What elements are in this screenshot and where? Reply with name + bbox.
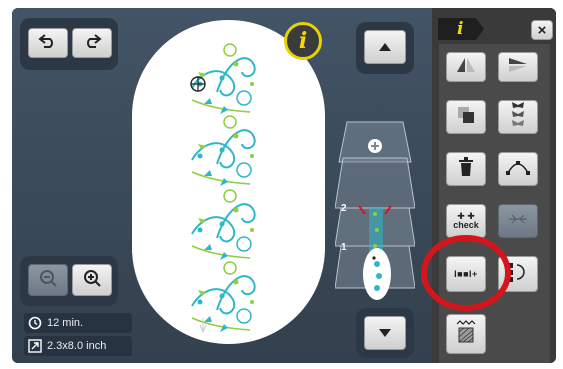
embroidery-screen: 12 min. 2.3x8.0 inch i 2 1 i × ✚ ✚ check… (12, 8, 556, 363)
close-button[interactable]: × (531, 20, 553, 40)
mirror-horizontal-button[interactable] (446, 52, 486, 82)
embroidery-design (190, 43, 256, 334)
undo-button[interactable] (28, 28, 68, 58)
faded-design-icon (508, 212, 528, 230)
close-icon: × (537, 21, 547, 39)
triangle-down-icon (379, 324, 391, 342)
check-arrows-icon: ✚ ✚ (457, 211, 475, 221)
duplicate-button[interactable] (498, 100, 538, 134)
zoom-out-button[interactable] (28, 264, 68, 296)
panel-info-tab[interactable]: i (438, 18, 484, 40)
zoom-out-icon (38, 268, 58, 293)
plus-circle-icon (368, 139, 382, 153)
design-size-label: 2.3x8.0 inch (47, 340, 107, 352)
layer-stack[interactable] (335, 118, 415, 308)
mirror-vertical-button[interactable] (498, 52, 538, 82)
stitch-time-label: 12 min. (47, 317, 84, 329)
redo-button[interactable] (72, 28, 112, 58)
layer-card-2 (335, 157, 415, 209)
delete-button[interactable] (446, 152, 486, 186)
zoom-in-icon (82, 268, 102, 293)
mirror-horizontal-icon (455, 56, 477, 79)
zoom-in-button[interactable] (72, 264, 112, 296)
check-label: check (453, 220, 479, 230)
layer-order-icon (457, 106, 475, 129)
stitch-time-status: 12 min. (24, 313, 132, 333)
embroidery-hoop[interactable] (132, 20, 325, 344)
redo-icon (82, 33, 102, 54)
layer-order-button[interactable] (446, 100, 486, 134)
info-button[interactable]: i (284, 22, 322, 60)
stitch-density-button[interactable] (446, 314, 486, 354)
butterfly-stack-icon (509, 101, 527, 133)
clock-icon (28, 316, 42, 330)
layer-2-label: 2 (341, 203, 347, 214)
scroll-up-button[interactable] (364, 30, 406, 64)
trash-icon (458, 156, 474, 182)
needle-position-marker (190, 76, 206, 92)
bend-design-button[interactable] (498, 152, 538, 186)
layer-1-label: 1 (341, 242, 347, 253)
undo-icon (38, 33, 58, 54)
mirror-vertical-icon (507, 56, 529, 79)
resize-icon (28, 339, 42, 353)
scroll-down-button[interactable] (364, 316, 406, 350)
triangle-up-icon (379, 38, 391, 56)
arc-icon (505, 159, 531, 180)
density-icon (456, 319, 476, 349)
panel-info-label: i (457, 19, 464, 39)
design-size-status: 2.3x8.0 inch (24, 336, 132, 356)
highlight-circle (421, 235, 511, 311)
